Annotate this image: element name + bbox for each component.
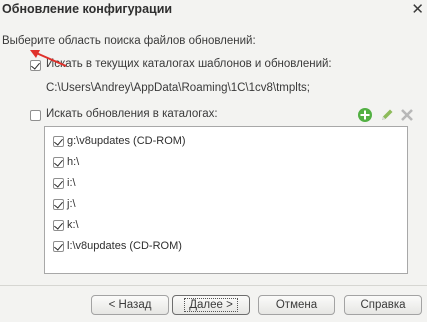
catalog-label: i:\ [67,177,76,189]
footer-divider [0,285,427,286]
pencil-icon[interactable] [379,107,395,123]
catalogs-search-checkbox[interactable] [30,110,41,121]
delete-icon[interactable] [399,107,415,123]
help-button[interactable]: Справка [344,295,422,315]
back-button[interactable]: < Назад [91,295,169,315]
list-item[interactable]: i:\ [53,176,393,192]
templates-search-label: Искать в текущих каталогах шаблонов и об… [46,58,332,70]
catalog-checkbox[interactable] [53,157,64,168]
list-item[interactable]: h:\ [53,155,393,171]
catalog-checkbox[interactable] [53,199,64,210]
catalog-checkbox[interactable] [53,241,64,252]
catalog-checkbox[interactable] [53,220,64,231]
list-item[interactable]: l:\v8updates (CD-ROM) [53,239,393,255]
templates-path: C:\Users\Andrey\AppData\Roaming\1C\1cv8\… [46,82,310,94]
next-button[interactable]: Далее > [172,295,250,315]
list-item[interactable]: k:\ [53,218,393,234]
cancel-button[interactable]: Отмена [258,295,335,315]
catalogs-search-label: Искать обновления в каталогах: [46,108,218,120]
list-item[interactable]: j:\ [53,197,393,213]
catalog-label: j:\ [67,198,76,210]
catalog-checkbox[interactable] [53,136,64,147]
catalog-label: k:\ [67,219,79,231]
close-icon[interactable]: ✕ [411,0,424,18]
next-button-label: Далее > [184,298,238,312]
catalog-label: g:\v8updates (CD-ROM) [67,135,186,147]
add-icon[interactable] [357,107,373,123]
list-item[interactable]: g:\v8updates (CD-ROM) [53,134,393,150]
catalog-checkbox[interactable] [53,178,64,189]
window-title: Обновление конфигурации [2,2,173,16]
catalog-list[interactable]: g:\v8updates (CD-ROM) h:\ i:\ j:\ k:\ l:… [44,126,408,274]
catalog-label: h:\ [67,156,80,168]
title-bar: Обновление конфигурации ✕ [0,0,427,20]
update-config-dialog: Обновление конфигурации ✕ Выберите облас… [0,0,427,322]
catalog-label: l:\v8updates (CD-ROM) [67,240,182,252]
annotation-arrow-icon [30,50,67,67]
